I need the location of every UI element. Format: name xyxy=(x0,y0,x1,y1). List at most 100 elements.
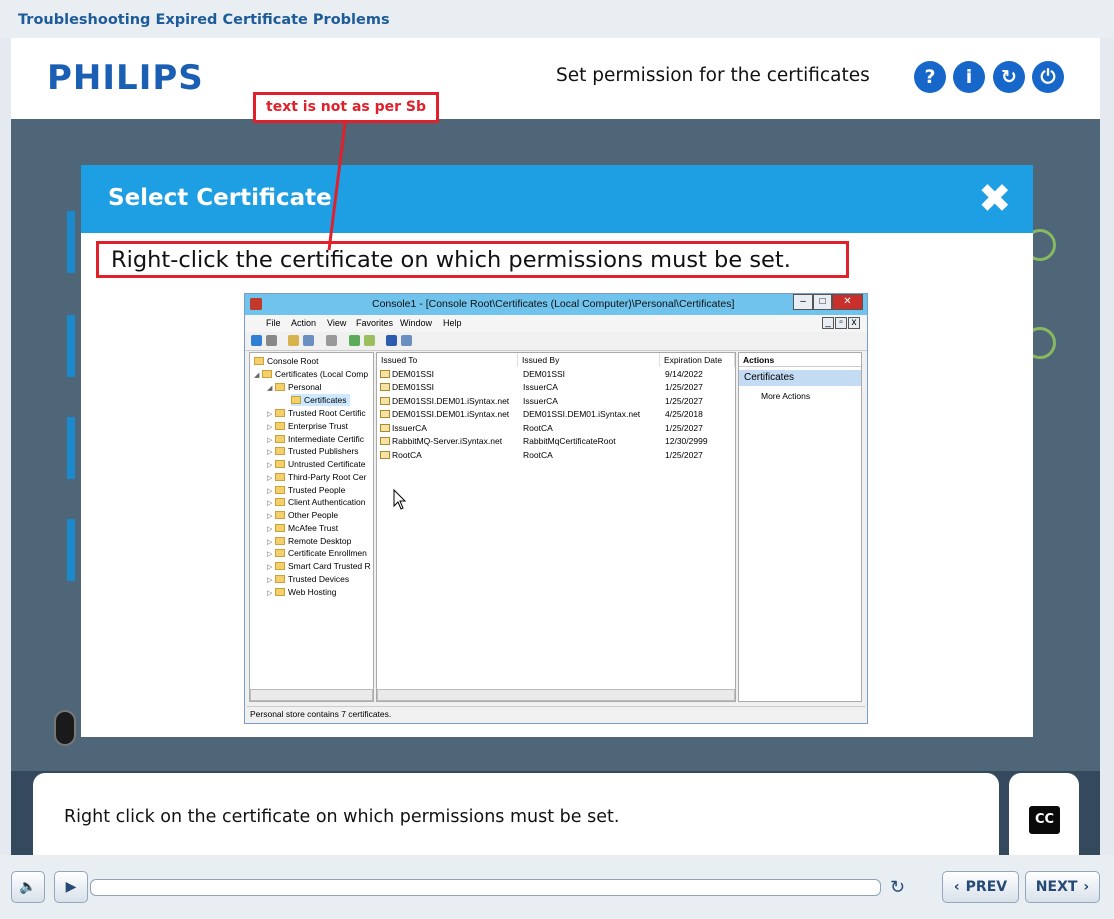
maximize-button[interactable]: □ xyxy=(813,294,832,310)
tree-item[interactable]: ▷ Client Authentication xyxy=(267,496,366,508)
tree-item[interactable]: ▷ Enterprise Trust xyxy=(267,420,348,432)
cert-issued-to[interactable]: DEM01SSI.DEM01.iSyntax.net xyxy=(380,408,509,421)
tree-item[interactable]: ▷ Untrusted Certificate xyxy=(267,458,365,470)
actions-header: Actions xyxy=(739,353,861,367)
forward-icon[interactable] xyxy=(266,335,277,346)
minimize-button[interactable]: – xyxy=(793,294,813,310)
tree-item[interactable]: ▷ Trusted People xyxy=(267,484,345,496)
cert-issued-to[interactable]: DEM01SSI xyxy=(380,381,434,394)
certificate-icon xyxy=(380,437,390,445)
actions-section-certificates[interactable]: Certificates xyxy=(739,370,861,386)
folder-icon xyxy=(291,396,301,404)
certificate-icon xyxy=(380,424,390,432)
export-icon[interactable] xyxy=(364,335,375,346)
folder-icon xyxy=(275,524,285,532)
tree-item[interactable]: ▷ Certificate Enrollmen xyxy=(267,547,367,559)
mmc-statusbar: Personal store contains 7 certificates. xyxy=(247,706,865,721)
cert-issued-to[interactable]: DEM01SSI xyxy=(380,368,434,381)
column-issued-by[interactable]: Issued By xyxy=(518,353,660,367)
close-icon[interactable]: ✖ xyxy=(978,177,1012,221)
folder-icon xyxy=(275,409,285,417)
show-tree-icon[interactable] xyxy=(303,335,314,346)
closed-captions-button[interactable]: CC xyxy=(1029,806,1060,834)
info-icon-button[interactable]: i xyxy=(953,61,985,93)
tree-item[interactable]: ◢ Certificates (Local Comp xyxy=(254,368,368,380)
cert-issued-by: IssuerCA xyxy=(523,396,558,406)
tree-item[interactable]: ▷ Third-Party Root Cer xyxy=(267,471,366,483)
player-bar: 🔈 ▶ ↻ ‹ PREV NEXT › xyxy=(0,855,1114,919)
volume-icon-button[interactable]: 🔈 xyxy=(11,871,45,903)
cert-issued-to[interactable]: RabbitMQ-Server.iSyntax.net xyxy=(380,435,502,448)
cc-panel: CC xyxy=(1009,773,1079,855)
list-hscrollbar[interactable] xyxy=(377,689,735,701)
child-restore-button[interactable]: ▫ xyxy=(835,317,847,329)
cert-expiration: 12/30/2999 xyxy=(665,436,708,446)
menu-favorites[interactable]: Favorites xyxy=(356,318,393,328)
folder-icon xyxy=(254,357,264,365)
tree-item[interactable]: ▷ Trusted Publishers xyxy=(267,445,359,457)
tree-hscrollbar[interactable] xyxy=(250,689,373,701)
tree-item[interactable]: ▷ Intermediate Certific xyxy=(267,433,364,445)
cert-issued-by: DEM01SSI xyxy=(523,369,566,379)
tree-item[interactable]: Console Root xyxy=(254,355,319,367)
play-icon-button[interactable]: ▶ xyxy=(54,871,88,903)
cert-issued-by: DEM01SSI.DEM01.iSyntax.net xyxy=(523,409,641,419)
window-close-button[interactable]: ✕ xyxy=(832,294,863,310)
tree-item[interactable]: ▷ McAfee Trust xyxy=(267,522,338,534)
tree-item[interactable]: ◢ Personal xyxy=(267,381,322,393)
cert-issued-to[interactable]: RootCA xyxy=(380,449,422,462)
mouse-pointer-icon xyxy=(393,489,407,510)
prev-button[interactable]: ‹ PREV xyxy=(942,871,1019,903)
tree-item[interactable]: ▷ Smart Card Trusted R xyxy=(267,560,371,572)
folder-icon xyxy=(275,460,285,468)
menu-help[interactable]: Help xyxy=(443,318,462,328)
menu-window[interactable]: Window xyxy=(400,318,432,328)
replay-icon-button[interactable]: ↻ xyxy=(993,61,1025,93)
column-expiration-date[interactable]: Expiration Date xyxy=(660,353,735,367)
menu-file[interactable]: File xyxy=(266,318,281,328)
folder-icon xyxy=(275,486,285,494)
mouse-icon xyxy=(54,710,76,746)
copy-icon[interactable] xyxy=(326,335,337,346)
refresh-icon[interactable] xyxy=(349,335,360,346)
folder-icon xyxy=(275,447,285,455)
cert-issued-to[interactable]: IssuerCA xyxy=(380,422,427,435)
folder-icon xyxy=(275,435,285,443)
child-close-button[interactable]: x xyxy=(848,317,860,329)
replay-icon[interactable]: ↻ xyxy=(890,877,905,898)
tree-item[interactable]: ▷ Trusted Devices xyxy=(267,573,349,585)
tree-item[interactable]: ▷ Trusted Root Certific xyxy=(267,407,366,419)
cert-expiration: 9/14/2022 xyxy=(665,369,703,379)
menu-view[interactable]: View xyxy=(327,318,346,328)
exit-icon-button[interactable]: ⏻ xyxy=(1032,61,1064,93)
cert-issued-to[interactable]: DEM01SSI.DEM01.iSyntax.net xyxy=(380,395,509,408)
tree-item-certificates[interactable]: Certificates xyxy=(291,394,350,406)
cert-issued-by: RabbitMqCertificateRoot xyxy=(523,436,616,446)
back-icon[interactable] xyxy=(251,335,262,346)
course-title: Troubleshooting Expired Certificate Prob… xyxy=(18,12,390,28)
tree-item[interactable]: ▷ Remote Desktop xyxy=(267,535,351,547)
up-folder-icon[interactable] xyxy=(288,335,299,346)
help-icon[interactable] xyxy=(386,335,397,346)
folder-icon xyxy=(275,575,285,583)
tree-item[interactable]: ▷ Other People xyxy=(267,509,338,521)
caption-area: Right click on the certificate on which … xyxy=(11,771,1100,855)
folder-icon xyxy=(275,511,285,519)
mmc-titlebar: Console1 - [Console Root\Certificates (L… xyxy=(245,294,867,315)
more-actions-item[interactable]: More Actions xyxy=(761,391,810,401)
cert-issued-by: IssuerCA xyxy=(523,382,558,392)
mmc-menubar: File Action View Favorites Window Help _… xyxy=(245,315,867,332)
next-button[interactable]: NEXT › xyxy=(1025,871,1100,903)
caption-panel: Right click on the certificate on which … xyxy=(33,773,999,855)
instruction-highlight: Right-click the certificate on which per… xyxy=(96,241,849,278)
column-issued-to[interactable]: Issued To xyxy=(377,353,518,367)
folder-icon xyxy=(262,370,272,378)
menu-action[interactable]: Action xyxy=(291,318,316,328)
child-minimize-button[interactable]: _ xyxy=(822,317,834,329)
progress-bar[interactable] xyxy=(90,879,881,896)
tree-item[interactable]: ▷ Web Hosting xyxy=(267,586,337,598)
dialog-header: Select Certificate ✖ xyxy=(81,165,1033,233)
help-icon-button[interactable]: ? xyxy=(914,61,946,93)
certificate-icon xyxy=(380,397,390,405)
properties-icon[interactable] xyxy=(401,335,412,346)
